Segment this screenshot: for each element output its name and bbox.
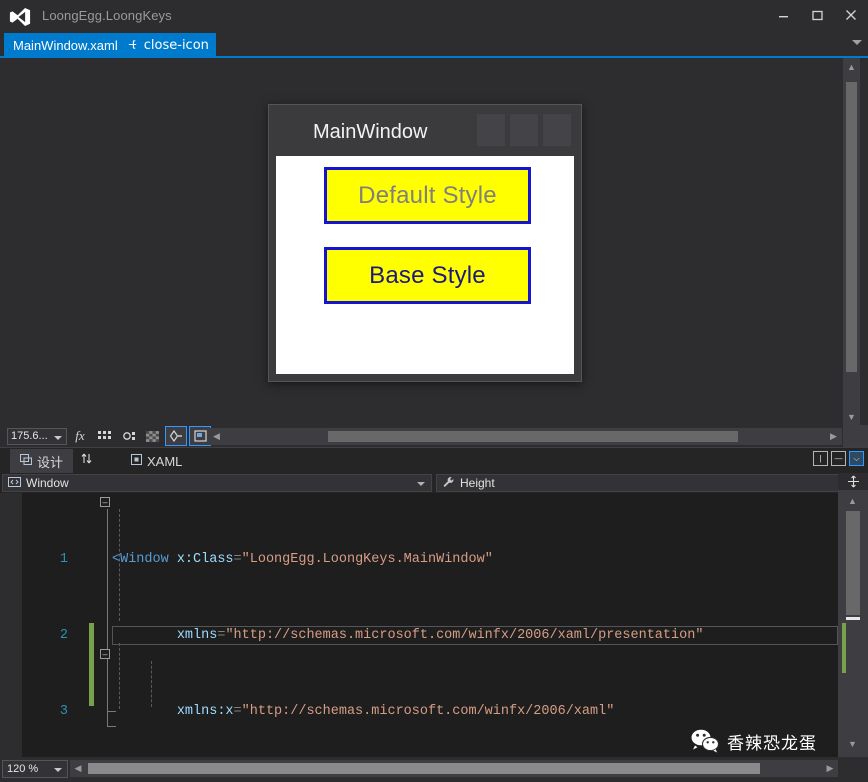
designer-surface[interactable]: MainWindow Default Style Base Style bbox=[0, 58, 843, 425]
editor-vertical-scrollbar[interactable]: ▲ ▼ bbox=[838, 473, 868, 757]
navbar-property-label: Height bbox=[460, 476, 495, 490]
editor-split-handle[interactable] bbox=[838, 473, 868, 490]
swap-panes-icon[interactable] bbox=[80, 452, 93, 468]
designer-scroll-corner bbox=[843, 425, 868, 447]
tab-label: MainWindow.xaml bbox=[13, 37, 118, 53]
document-tab-strip: MainWindow.xaml close-icon bbox=[0, 33, 868, 57]
minimize-icon bbox=[778, 15, 788, 17]
navbar-property-selector[interactable]: Height bbox=[436, 474, 866, 492]
designer-zoom-value: 175.6... bbox=[11, 430, 48, 442]
editor-caret-marker bbox=[846, 617, 860, 620]
status-bar-corner bbox=[838, 757, 868, 782]
scroll-right-icon[interactable]: ▶ bbox=[825, 428, 842, 445]
editor-zoom-value: 120 % bbox=[7, 763, 39, 775]
preview-system-buttons bbox=[477, 114, 571, 146]
grid-icon[interactable] bbox=[93, 426, 115, 446]
visual-studio-icon bbox=[9, 8, 31, 26]
editor-scroll-up-icon[interactable]: ▲ bbox=[844, 493, 861, 508]
snap-settings-icon[interactable] bbox=[117, 426, 139, 446]
tab-design-view[interactable]: 设计 bbox=[10, 449, 74, 473]
split-view-icon bbox=[847, 475, 859, 488]
indent-guide bbox=[119, 643, 120, 709]
pin-icon[interactable] bbox=[127, 39, 138, 52]
view-tab-bar: 设计 XAML | — ⌵ bbox=[0, 447, 868, 473]
design-preview-window[interactable]: MainWindow Default Style Base Style bbox=[268, 104, 582, 382]
preview-minimize-button[interactable] bbox=[477, 114, 505, 146]
pane-layout-buttons: | — ⌵ bbox=[813, 451, 864, 466]
snap-to-gridlines-icon[interactable] bbox=[165, 426, 187, 446]
scroll-right-icon[interactable]: ▶ bbox=[822, 760, 838, 777]
minimize-button[interactable] bbox=[766, 0, 800, 30]
editor-horizontal-scrollbar[interactable]: ◀ ▶ bbox=[70, 760, 838, 777]
tab-xaml-view[interactable]: XAML bbox=[121, 449, 192, 473]
code-line: 1 <Window x:Class="LoongEgg.LoongKeys.Mai… bbox=[59, 552, 493, 567]
code-line: 3 xmlns:x="http://schemas.microsoft.com/… bbox=[59, 704, 615, 719]
code-element-icon bbox=[8, 476, 21, 490]
code-navigation-bars: Window Height bbox=[0, 473, 868, 493]
visual-studio-window: LoongEgg.LoongKeys MainWindow.xaml close… bbox=[0, 0, 868, 782]
preview-button-default-style[interactable]: Default Style bbox=[324, 167, 531, 224]
outline-collapse-stackpanel[interactable]: – bbox=[100, 649, 110, 659]
scroll-left-icon[interactable]: ◀ bbox=[70, 760, 86, 777]
tab-close-icon[interactable]: close-icon bbox=[144, 39, 209, 52]
editor-vscroll-thumb[interactable] bbox=[846, 511, 860, 615]
watermark-text: 香辣恐龙蛋 bbox=[727, 733, 817, 754]
preview-client-area: Default Style Base Style bbox=[276, 156, 574, 374]
property-wrench-icon bbox=[442, 476, 455, 491]
preview-window-title: MainWindow bbox=[313, 121, 428, 143]
preview-titlebar: MainWindow bbox=[269, 105, 581, 156]
designer-hscroll-thumb[interactable] bbox=[328, 431, 738, 442]
outline-collapse-window[interactable]: – bbox=[100, 497, 110, 507]
designer-zoom-combo[interactable]: 175.6... bbox=[7, 427, 67, 445]
design-view-icon bbox=[20, 454, 32, 468]
indent-guide bbox=[151, 661, 152, 707]
code-lines: 1 <Window x:Class="LoongEgg.LoongKeys.Mai… bbox=[0, 493, 704, 757]
scroll-left-icon[interactable]: ◀ bbox=[208, 428, 225, 445]
maximize-icon bbox=[811, 10, 823, 20]
xaml-code-editor[interactable]: – – 1 <Window x:Class="LoongEgg.LoongKeys… bbox=[0, 493, 838, 757]
scroll-up-icon[interactable]: ▲ bbox=[843, 58, 860, 75]
horizontal-split-button[interactable]: — bbox=[831, 451, 846, 466]
editor-change-marker bbox=[842, 623, 846, 673]
maximize-button[interactable] bbox=[800, 0, 834, 30]
preview-button-base-style[interactable]: Base Style bbox=[324, 247, 531, 304]
designer-vscroll-thumb[interactable] bbox=[846, 82, 857, 372]
xaml-view-icon bbox=[131, 454, 142, 468]
title-bar: LoongEgg.LoongKeys bbox=[0, 0, 868, 33]
status-bar: 120 % ◀ ▶ bbox=[0, 757, 868, 782]
wechat-icon bbox=[691, 729, 720, 753]
designer-horizontal-scrollbar[interactable]: ◀ ▶ bbox=[208, 428, 842, 445]
collapse-pane-button[interactable]: ⌵ bbox=[849, 451, 864, 466]
editor-hscroll-thumb[interactable] bbox=[88, 763, 760, 774]
indent-guide bbox=[107, 509, 108, 711]
chevron-down-icon[interactable] bbox=[54, 435, 62, 440]
chevron-down-icon[interactable] bbox=[417, 482, 425, 486]
fx-icon[interactable]: fx bbox=[69, 426, 91, 446]
window-title: LoongEgg.LoongKeys bbox=[42, 8, 172, 23]
close-button[interactable] bbox=[834, 0, 868, 30]
window-controls bbox=[766, 0, 868, 30]
navbar-element-selector[interactable]: Window bbox=[2, 474, 432, 492]
xaml-view-label: XAML bbox=[147, 453, 183, 469]
tab-mainwindow-xaml[interactable]: MainWindow.xaml close-icon bbox=[4, 33, 216, 57]
editor-change-bar bbox=[89, 623, 94, 706]
wechat-watermark: 香辣恐龙蛋 bbox=[690, 728, 817, 754]
design-view-label: 设计 bbox=[37, 454, 64, 470]
preview-close-button[interactable] bbox=[543, 114, 571, 146]
transparency-grid-icon[interactable] bbox=[141, 426, 163, 446]
editor-scroll-down-icon[interactable]: ▼ bbox=[844, 736, 861, 751]
chevron-down-icon[interactable] bbox=[852, 40, 862, 45]
chevron-down-icon[interactable] bbox=[54, 768, 62, 772]
preview-maximize-button[interactable] bbox=[510, 114, 538, 146]
code-line: 2 xmlns="http://schemas.microsoft.com/wi… bbox=[59, 628, 704, 643]
designer-vertical-scrollbar[interactable]: ▲ ▼ bbox=[843, 58, 860, 425]
vertical-split-button[interactable]: | bbox=[813, 451, 828, 466]
navbar-element-label: Window bbox=[26, 476, 69, 490]
scroll-down-icon[interactable]: ▼ bbox=[843, 408, 860, 425]
editor-zoom-combo[interactable]: 120 % bbox=[2, 760, 68, 778]
close-icon bbox=[846, 10, 856, 20]
